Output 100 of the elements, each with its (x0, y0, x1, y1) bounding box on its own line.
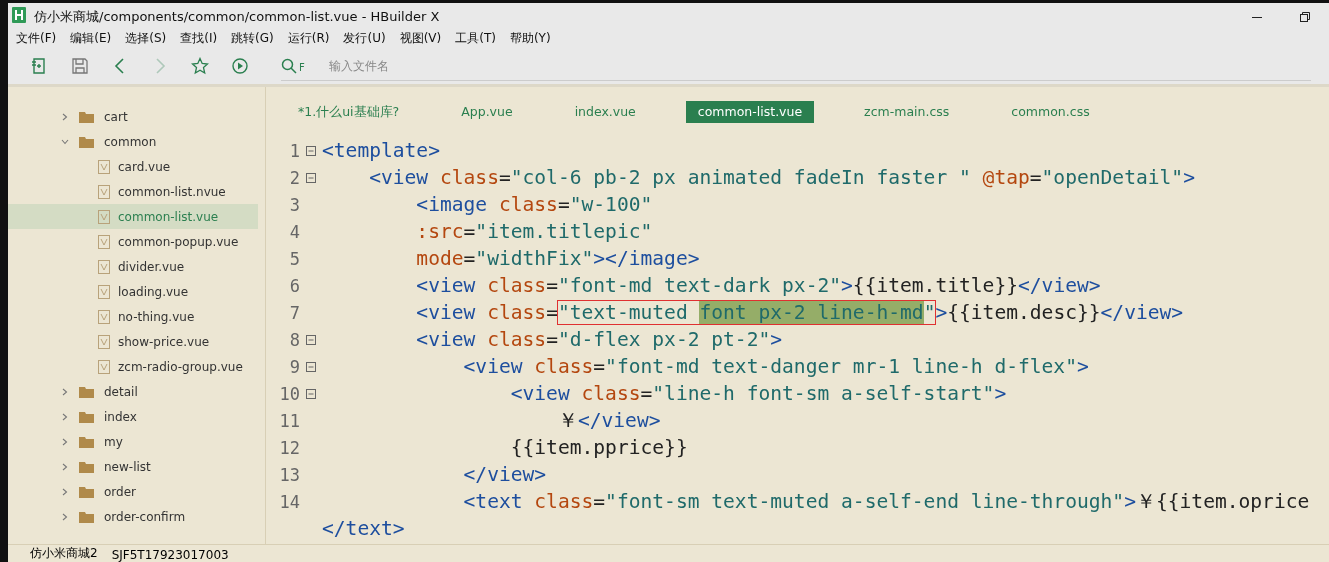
restore-icon[interactable] (1299, 10, 1311, 23)
vue-file-icon (98, 209, 110, 224)
chevron-icon (61, 437, 69, 446)
fold-icon[interactable] (306, 334, 316, 345)
file-search-field[interactable]: 输入文件名 (326, 57, 631, 74)
file-item[interactable]: no-thing.vue (8, 304, 258, 329)
code-token: "font-md text-danger mr-1 line-h d-flex" (605, 355, 1077, 378)
code-token: mode (416, 247, 464, 270)
menu-item[interactable]: 帮助(Y) (509, 30, 558, 48)
menu-item[interactable]: 选择(S) (125, 30, 174, 48)
account-id: SJF5T17923017003 (111, 548, 229, 562)
file-item[interactable]: show-price.vue (8, 329, 258, 354)
file-item[interactable]: divider.vue (8, 254, 258, 279)
file-item[interactable]: card.vue (8, 154, 258, 179)
code-token: "d-flex px-2 pt-2" (557, 328, 771, 351)
code-token: = (463, 220, 476, 243)
menu-item[interactable]: 发行(U) (343, 30, 393, 48)
search-icon (281, 57, 297, 74)
chevron-icon (61, 137, 69, 146)
code-token: </view> (463, 463, 547, 486)
menu-item[interactable]: 视图(V) (399, 30, 449, 48)
code-token: "openDetail" (1041, 166, 1184, 189)
chevron-icon (61, 112, 69, 121)
code-token: <text (463, 490, 524, 513)
vue-file-icon (98, 184, 110, 199)
editor-tab[interactable]: common-list.vue (685, 101, 815, 123)
code-token: </view> (1100, 301, 1184, 324)
file-item[interactable]: common-popup.vue (8, 229, 258, 254)
code-token: "line-h font-sm a-self-start" (652, 382, 995, 405)
code-token: :src (416, 220, 464, 243)
editor-tab[interactable]: App.vue (449, 101, 525, 123)
code-token: class (498, 193, 558, 216)
code-token: </text> (322, 517, 405, 540)
file-item[interactable]: zcm-radio-group.vue (8, 354, 258, 379)
vue-file-icon (98, 259, 110, 274)
fold-icon[interactable] (306, 361, 316, 372)
code-token: = (546, 301, 558, 324)
menu-item[interactable]: 查找(I) (180, 30, 225, 48)
chevron-icon (61, 387, 69, 396)
code-token: "item.titlepic" (475, 220, 653, 243)
editor-tab[interactable]: zcm-main.css (852, 101, 962, 123)
code-token: class (487, 328, 547, 351)
code-token: @tap (982, 166, 1030, 189)
line-number: 9 (289, 356, 300, 377)
window-title: 仿小米商城/components/common/common-list.vue - HBuilder X (34, 7, 440, 26)
line-number: 4 (289, 221, 300, 242)
line-number: 6 (289, 275, 300, 296)
file-item[interactable]: common-list.nvue (8, 179, 258, 204)
code-token: ￥{{item.oprice (1135, 490, 1310, 513)
code-token: "widthFix" (475, 247, 594, 270)
fold-icon[interactable] (306, 388, 316, 399)
code-token: = (1029, 166, 1042, 189)
code-token: <view (510, 382, 571, 405)
folder-item[interactable]: new-list (8, 454, 258, 479)
menu-item[interactable]: 文件(F) (16, 30, 64, 48)
code-token: <template> (322, 139, 440, 162)
code-token: > (1124, 490, 1136, 513)
menu-item[interactable]: 运行(R) (287, 30, 337, 48)
menu-item[interactable]: 编辑(E) (70, 30, 119, 48)
run-icon[interactable] (231, 57, 249, 75)
code-token: class (534, 355, 594, 378)
folder-icon (79, 410, 94, 423)
folder-icon (79, 385, 94, 398)
line-number: 14 (279, 491, 300, 512)
fold-icon[interactable] (306, 145, 316, 156)
folder-item[interactable]: detail (8, 379, 258, 404)
vue-file-icon (98, 309, 110, 324)
folder-item[interactable]: order-confirm (8, 504, 258, 529)
star-icon[interactable] (191, 57, 209, 75)
vue-file-icon (98, 284, 110, 299)
code-token: > (841, 274, 853, 297)
file-item[interactable]: loading.vue (8, 279, 258, 304)
vue-file-icon (98, 359, 110, 374)
line-number: 5 (289, 248, 300, 269)
code-token: = (498, 166, 511, 189)
chevron-icon (61, 487, 69, 496)
editor-tab[interactable]: common.css (999, 101, 1102, 123)
folder-item[interactable]: my (8, 429, 258, 454)
fold-icon[interactable] (306, 172, 316, 183)
folder-item[interactable]: common (8, 129, 258, 154)
code-token: > (1076, 355, 1089, 378)
line-number: 7 (289, 302, 300, 323)
file-item[interactable]: common-list.vue (8, 204, 258, 229)
code-token: class (581, 382, 641, 405)
folder-item[interactable]: index (8, 404, 258, 429)
save-icon[interactable] (71, 57, 89, 75)
project-name: 仿小米商城2 (30, 545, 98, 562)
code-token: <view (369, 166, 430, 189)
editor-tab[interactable]: index.vue (562, 101, 648, 123)
chevron-icon (61, 462, 69, 471)
folder-item[interactable]: order (8, 479, 258, 504)
menu-item[interactable]: 跳转(G) (231, 30, 281, 48)
code-token: </view> (1018, 274, 1101, 297)
line-number: 2 (289, 167, 300, 188)
menu-item[interactable]: 工具(T) (455, 30, 503, 48)
editor-tab[interactable]: *1.什么ui基础库? (286, 101, 412, 123)
folder-icon (79, 460, 94, 473)
folder-item[interactable]: cart (8, 104, 258, 129)
code-token: = (593, 355, 606, 378)
folder-icon (79, 110, 94, 123)
